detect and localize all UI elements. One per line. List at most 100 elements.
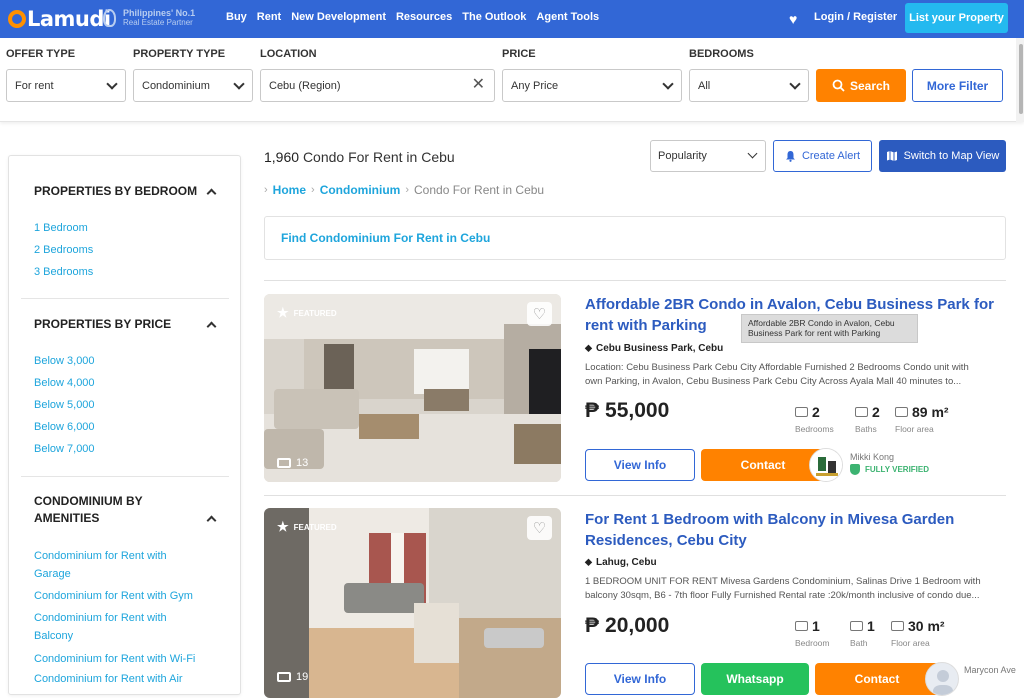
price-group-title[interactable]: PROPERTIES BY PRICE xyxy=(21,316,229,333)
location-value: Cebu (Region) xyxy=(269,79,341,92)
results-count: 1,960 Condo For Rent in Cebu xyxy=(264,149,455,165)
baths-label: Baths xyxy=(855,424,877,434)
listing-photo[interactable]: ★ FEATURED ♡ 13 xyxy=(264,294,561,482)
sort-select[interactable]: Popularity xyxy=(650,140,766,172)
sidebar-link-below-6000[interactable]: Below 6,000 xyxy=(21,418,95,436)
listing-price: ₱ 20,000 xyxy=(585,614,669,638)
nav-new-development[interactable]: New Development xyxy=(291,11,386,23)
chevron-up-icon[interactable] xyxy=(206,321,217,332)
baths-value: 1 xyxy=(867,618,875,634)
sidebar-link-gym[interactable]: Condominium for Rent with Gym xyxy=(21,587,193,605)
nav-agent-tools[interactable]: Agent Tools xyxy=(536,11,599,23)
switch-map-view-label: Switch to Map View xyxy=(903,150,1000,162)
agent-name[interactable]: Marycon Ave xyxy=(964,665,1016,675)
breadcrumb-home[interactable]: Home xyxy=(273,183,306,197)
nav-the-outlook[interactable]: The Outlook xyxy=(462,11,526,23)
whatsapp-button[interactable]: Whatsapp xyxy=(701,663,809,695)
sidebar-link-garage[interactable]: Condominium for Rent with Garage xyxy=(21,547,167,583)
favorites-heart-icon[interactable]: ♥ xyxy=(789,12,803,26)
listing-title[interactable]: For Rent 1 Bedroom with Balcony in Mives… xyxy=(585,509,1005,551)
spec-floor-area: 89 m² Floor area xyxy=(895,404,949,434)
condo-bedroom-photo xyxy=(264,508,561,698)
nav-rent[interactable]: Rent xyxy=(257,11,281,23)
floor-area-icon xyxy=(895,407,908,417)
view-info-button[interactable]: View Info xyxy=(585,449,695,481)
sidebar-link-air[interactable]: Condominium for Rent with Air xyxy=(21,670,183,688)
find-condominium-link[interactable]: Find Condominium For Rent in Cebu xyxy=(264,216,1006,260)
sidebar-link-wifi[interactable]: Condominium for Rent with Wi-Fi xyxy=(21,650,195,668)
bedrooms-select[interactable]: All xyxy=(689,69,809,102)
sidebar-link-below-7000[interactable]: Below 7,000 xyxy=(21,440,95,458)
favorite-heart-icon[interactable]: ♡ xyxy=(527,516,552,540)
sidebar-link-1-bedroom[interactable]: 1 Bedroom xyxy=(21,219,88,237)
location-input[interactable]: Cebu (Region) ✕ xyxy=(260,69,495,102)
divider xyxy=(264,495,1006,496)
verified-badge: FULLY VERIFIED xyxy=(850,464,929,475)
breadcrumb-condominium[interactable]: Condominium xyxy=(320,183,401,197)
clear-x-icon[interactable]: ✕ xyxy=(472,77,485,93)
sidebar-link-balcony[interactable]: Condominium for Rent with Balcony xyxy=(21,609,167,645)
offer-type-select[interactable]: For rent xyxy=(6,69,126,102)
floor-area-icon xyxy=(891,621,904,631)
bedrooms-label: BEDROOMS xyxy=(689,48,754,60)
baths-value: 2 xyxy=(872,404,880,420)
amenities-group-title[interactable]: CONDOMINIUM BY AMENITIES xyxy=(21,493,229,527)
contact-button[interactable]: Contact xyxy=(701,449,825,481)
offer-type-label: OFFER TYPE xyxy=(6,48,76,60)
listing-title-line2: Residences, Cebu City xyxy=(585,532,747,549)
listing-photo[interactable]: ★ FEATURED ♡ 19 xyxy=(264,508,561,698)
listing-location: ⬥ Cebu Business Park, Cebu xyxy=(585,343,723,354)
more-filter-button[interactable]: More Filter xyxy=(912,69,1003,102)
chevron-up-icon[interactable] xyxy=(206,515,217,526)
agent-logo[interactable] xyxy=(809,448,843,482)
listing-price-value: 55,000 xyxy=(605,399,670,422)
sidebar-link-2-bedrooms[interactable]: 2 Bedrooms xyxy=(21,241,93,259)
property-type-select[interactable]: Condominium xyxy=(133,69,253,102)
photo-count-value: 13 xyxy=(296,457,309,469)
agent-avatar[interactable] xyxy=(925,662,959,696)
contact-button[interactable]: Contact xyxy=(815,663,939,695)
switch-map-view-button[interactable]: Switch to Map View xyxy=(879,140,1006,172)
agent-name[interactable]: Mikki Kong xyxy=(850,452,894,462)
bed-icon xyxy=(795,621,808,631)
featured-label: FEATURED xyxy=(293,522,337,532)
floor-area-value: 89 m² xyxy=(912,404,949,420)
nav-resources[interactable]: Resources xyxy=(396,11,452,23)
nav-buy[interactable]: Buy xyxy=(226,11,247,23)
star-icon: ★ xyxy=(277,519,289,534)
favorite-heart-icon[interactable]: ♡ xyxy=(527,302,552,326)
sidebar-link-below-3000[interactable]: Below 3,000 xyxy=(21,352,95,370)
listing-description: 1 BEDROOM UNIT FOR RENT Mivesa Gardens C… xyxy=(585,575,1005,603)
listing-location: ⬥ Lahug, Cebu xyxy=(585,557,657,568)
sidebar-link-3-bedrooms[interactable]: 3 Bedrooms xyxy=(21,263,93,281)
amenities-title-line2: AMENITIES xyxy=(34,511,100,525)
spec-floor-area: 30 m² Floor area xyxy=(891,618,945,648)
garage-line2: Garage xyxy=(34,568,71,580)
listing-price: ₱ 55,000 xyxy=(585,399,669,423)
user-avatar-icon xyxy=(933,670,953,695)
login-register-link[interactable]: Login / Register xyxy=(814,11,897,23)
view-info-button[interactable]: View Info xyxy=(585,663,695,695)
partner-line2: Real Estate Partner xyxy=(123,18,193,27)
create-alert-label: Create Alert xyxy=(801,150,861,162)
breadcrumb: › Home › Condominium › Condo For Rent in… xyxy=(264,183,544,197)
filter-sidebar: PROPERTIES BY BEDROOM 1 Bedroom 2 Bedroo… xyxy=(8,155,241,695)
chevron-up-icon[interactable] xyxy=(206,188,217,199)
bell-icon xyxy=(785,151,795,162)
chevron-right-icon: › xyxy=(405,184,410,196)
sidebar-link-below-4000[interactable]: Below 4,000 xyxy=(21,374,95,392)
listing-description: Location: Cebu Business Park Cebu City A… xyxy=(585,361,1005,389)
map-icon xyxy=(886,151,897,161)
bedroom-group-title[interactable]: PROPERTIES BY BEDROOM xyxy=(21,183,229,200)
list-your-property-button[interactable]: List your Property xyxy=(905,3,1008,33)
scrollbar-thumb[interactable] xyxy=(1019,44,1023,114)
search-button[interactable]: Search xyxy=(816,69,906,102)
spec-baths: 1 Bath xyxy=(850,618,875,648)
price-select[interactable]: Any Price xyxy=(502,69,682,102)
listing-location-text: Cebu Business Park, Cebu xyxy=(596,343,724,354)
logo-text: Lamudi xyxy=(27,7,111,31)
lamudi-logo[interactable]: Lamudi xyxy=(8,6,111,32)
amenities-title-line1: CONDOMINIUM BY xyxy=(34,494,143,508)
sidebar-link-below-5000[interactable]: Below 5,000 xyxy=(21,396,95,414)
create-alert-button[interactable]: Create Alert xyxy=(773,140,872,172)
